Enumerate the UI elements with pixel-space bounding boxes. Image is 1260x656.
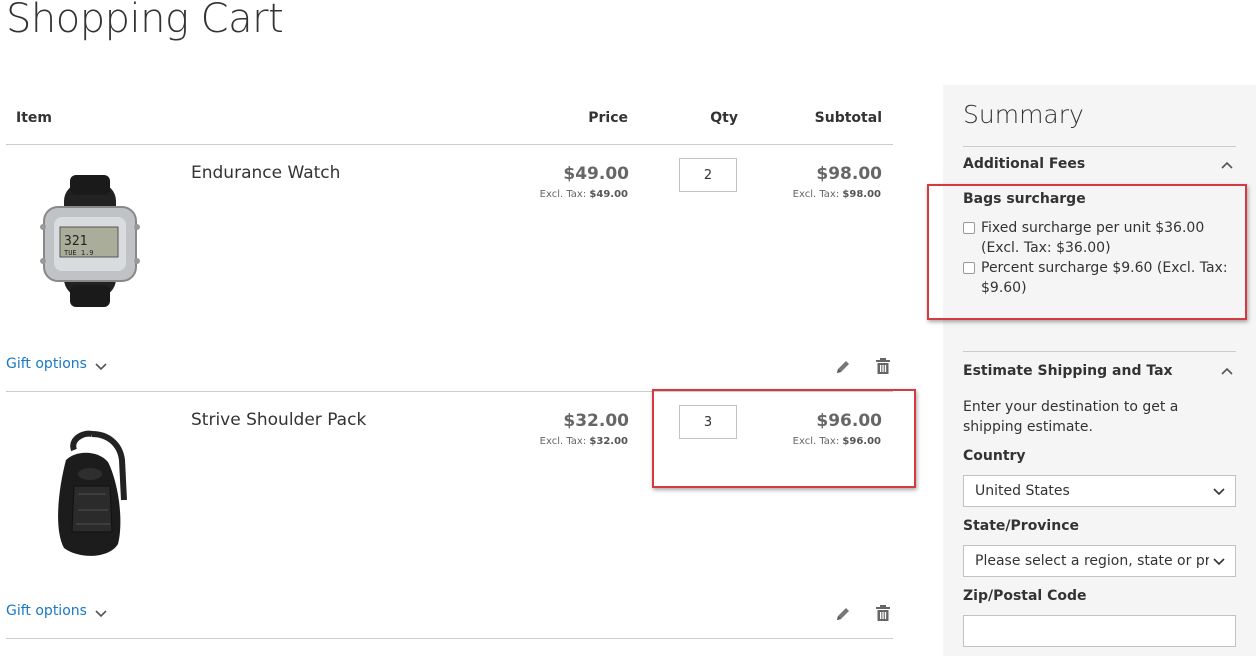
table-divider <box>6 144 893 145</box>
item-price-excl-tax: Excl. Tax: $49.00 <box>448 189 628 200</box>
excl-tax-label: Excl. Tax: <box>539 189 587 200</box>
item-subtotal-excl-tax: Excl. Tax: $98.00 <box>701 189 881 200</box>
country-select[interactable]: United States <box>963 475 1236 507</box>
gift-options-link[interactable]: Gift options <box>6 603 87 619</box>
chevron-down-icon[interactable] <box>94 609 108 619</box>
summary-divider <box>963 146 1236 147</box>
chevron-down-icon[interactable] <box>94 362 108 372</box>
qty-input[interactable] <box>679 158 737 192</box>
estimate-shipping-title[interactable]: Estimate Shipping and Tax <box>963 363 1173 379</box>
shipping-intro-text: Enter your destination to get a shipping… <box>963 399 1179 435</box>
item-price-excl-tax: Excl. Tax: $32.00 <box>448 436 628 447</box>
edit-pencil-icon[interactable] <box>834 605 852 623</box>
additional-fees-title[interactable]: Additional Fees <box>963 156 1085 172</box>
gift-options-link[interactable]: Gift options <box>6 356 87 372</box>
state-select[interactable]: Please select a region, state or provinc… <box>963 545 1236 577</box>
product-name[interactable]: Endurance Watch <box>191 163 340 183</box>
chevron-down-icon <box>1213 488 1225 496</box>
excl-tax-value: $98.00 <box>842 189 881 200</box>
state-select-value: Please select a region, state or provinc… <box>975 553 1209 569</box>
trash-icon[interactable] <box>874 357 892 375</box>
svg-text:321: 321 <box>64 234 87 249</box>
item-price: $32.00 <box>563 411 629 431</box>
svg-text:TUE 1.9: TUE 1.9 <box>64 249 94 257</box>
summary-divider <box>963 351 1236 352</box>
summary-title: Summary <box>963 100 1084 129</box>
highlight-box <box>927 184 1247 320</box>
excl-tax-label: Excl. Tax: <box>539 436 587 447</box>
product-image-watch[interactable]: 321 TUE 1.9 <box>30 165 150 315</box>
country-select-value: United States <box>975 483 1070 499</box>
country-label: Country <box>963 448 1026 464</box>
product-name[interactable]: Strive Shoulder Pack <box>191 410 366 430</box>
column-header-price: Price <box>588 110 628 126</box>
item-price: $49.00 <box>563 164 629 184</box>
product-image-shoulder-pack[interactable] <box>30 420 150 570</box>
highlight-box <box>652 389 916 488</box>
trash-icon[interactable] <box>874 604 892 622</box>
chevron-up-icon[interactable] <box>1220 160 1234 170</box>
chevron-up-icon[interactable] <box>1220 366 1234 376</box>
excl-tax-value: $32.00 <box>589 436 628 447</box>
column-header-subtotal: Subtotal <box>814 110 882 126</box>
table-divider <box>6 638 893 639</box>
column-header-item: Item <box>16 110 52 126</box>
edit-pencil-icon[interactable] <box>834 358 852 376</box>
excl-tax-value: $49.00 <box>589 189 628 200</box>
item-subtotal: $98.00 <box>816 164 882 184</box>
zip-input[interactable] <box>963 615 1236 647</box>
page-title: Shopping Cart <box>6 0 284 42</box>
column-header-qty: Qty <box>710 110 738 126</box>
zip-label: Zip/Postal Code <box>963 588 1087 604</box>
excl-tax-label: Excl. Tax: <box>792 189 840 200</box>
state-label: State/Province <box>963 518 1079 534</box>
chevron-down-icon <box>1213 558 1225 566</box>
